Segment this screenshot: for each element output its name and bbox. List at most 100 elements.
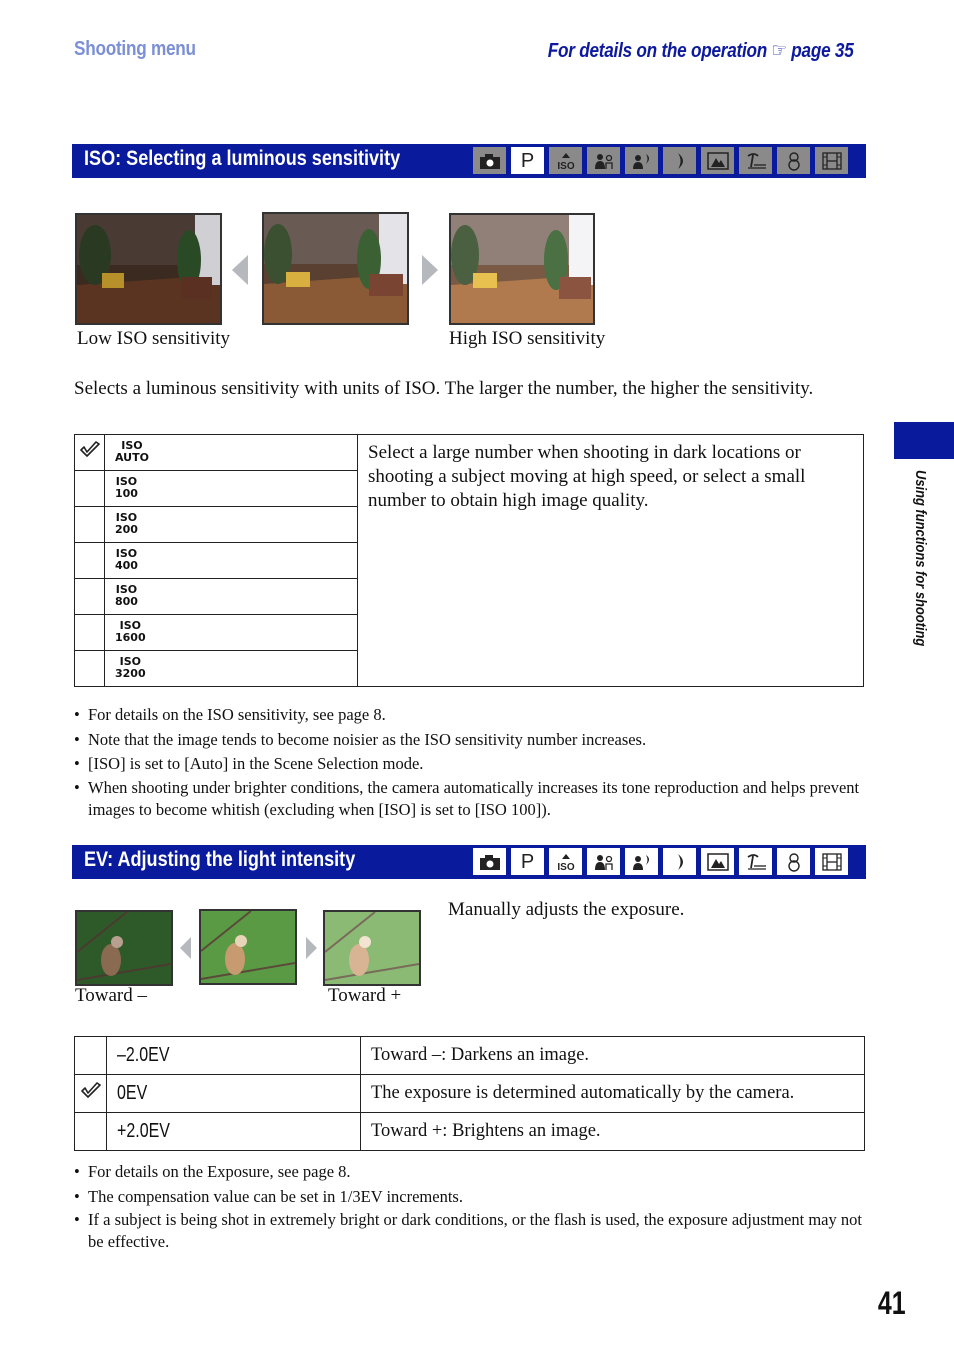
selection-cell (74, 614, 105, 651)
selection-cell (74, 1074, 107, 1113)
iso-option-label-cell: ISO 400 (104, 542, 358, 579)
operation-reference-text: For details on the operation (548, 40, 768, 62)
low-iso-image (75, 213, 222, 325)
checkmark-icon (80, 1082, 102, 1104)
iso-label-line2: 200 (115, 522, 138, 536)
snow-icon (777, 848, 810, 875)
iso-option-label-cell: ISO 800 (104, 578, 358, 615)
iso-intro: Selects a luminous sensitivity with unit… (74, 378, 814, 399)
twilight-portrait-icon (625, 147, 658, 174)
iso-option-label-cell: ISO 100 (104, 470, 358, 507)
snow-icon (777, 147, 810, 174)
auto-camera-icon (473, 848, 506, 875)
ev-option-row[interactable]: +2.0EV Toward +: Brightens an image. (74, 1112, 865, 1151)
iso-description: Select a large number when shooting in d… (357, 434, 864, 687)
operation-reference-page: page 35 (791, 40, 855, 62)
operation-reference[interactable]: For details on the operation ☞ page 35 (548, 38, 854, 63)
ev-options-table: –2.0EV Toward –: Darkens an image. 0EV The … (74, 1036, 865, 1151)
soft-snap-icon (587, 848, 620, 875)
twilight-icon (663, 848, 696, 875)
ev-plus-caption: Toward + (328, 985, 402, 1006)
mode-icon-label: P (520, 850, 535, 873)
ev-section-header: EV: Adjusting the light intensity P ISO (72, 845, 866, 879)
iso-label-line2: 100 (115, 486, 138, 500)
iso-value-icon: ISO 200 (115, 511, 138, 536)
iso-label-line2: AUTO (115, 450, 149, 464)
mid-iso-photo (264, 214, 407, 323)
note-item: For details on the Exposure, see page 8. (74, 1160, 864, 1185)
page-number: 41 (878, 1285, 906, 1321)
note-item: If a subject is being shot in extremely … (74, 1209, 864, 1253)
iso-mode-icons: P ISO (473, 147, 848, 174)
high-sensitivity-iso-icon: ISO (549, 147, 582, 174)
high-iso-caption: High ISO sensitivity (449, 328, 606, 349)
ev-option-row[interactable]: 0EV The exposure is determined automatica… (74, 1074, 865, 1113)
bird-normal-photo (201, 911, 295, 983)
decrease-arrow-icon (232, 255, 248, 285)
high-sensitivity-iso-icon: ISO (549, 848, 582, 875)
program-p-icon: P (511, 147, 544, 174)
twilight-icon (663, 147, 696, 174)
note-item: The compensation value can be set in 1/3… (74, 1185, 864, 1210)
mid-iso-image (262, 212, 409, 325)
ev-option-row[interactable]: –2.0EV Toward –: Darkens an image. (74, 1036, 865, 1075)
ev-section-title: EV: Adjusting the light intensity (84, 848, 356, 871)
landscape-icon (701, 147, 734, 174)
selection-cell (74, 578, 105, 615)
iso-section-header: ISO: Selecting a luminous sensitivity P I… (72, 144, 866, 178)
chapter-tab[interactable] (894, 422, 954, 459)
svg-text:ISO: ISO (557, 161, 574, 171)
ev-description: The exposure is determined automatically… (360, 1074, 865, 1113)
low-iso-caption: Low ISO sensitivity (77, 328, 231, 349)
selection-cell (74, 650, 105, 687)
selection-cell (74, 506, 105, 543)
landscape-icon (701, 848, 734, 875)
program-p-icon: P (511, 848, 544, 875)
high-iso-image (449, 213, 595, 325)
selection-cell (74, 1036, 107, 1075)
movie-icon (815, 848, 848, 875)
beach-icon (739, 848, 772, 875)
ev-description: Toward +: Brightens an image. (360, 1112, 865, 1151)
ev-value-cell: –2.0EV (106, 1036, 361, 1075)
selection-cell (74, 434, 105, 471)
iso-option-label-cell: ISO 3200 (104, 650, 358, 687)
iso-value-icon: ISO AUTO (115, 439, 149, 464)
note-item: [ISO] is set to [Auto] in the Scene Sele… (74, 752, 864, 777)
ev-notes: For details on the Exposure, see page 8.… (74, 1160, 864, 1253)
increase-arrow-icon (422, 255, 438, 285)
iso-value-icon: ISO 100 (115, 475, 138, 500)
decrease-arrow-icon (180, 937, 191, 959)
ev-value-cell: +2.0EV (106, 1112, 361, 1151)
increase-arrow-icon (306, 937, 317, 959)
high-iso-photo (451, 215, 593, 323)
beach-icon (739, 147, 772, 174)
iso-option-label-cell: ISO AUTO (104, 434, 358, 471)
note-item: For details on the ISO sensitivity, see … (74, 703, 864, 728)
pointing-hand-icon: ☞ (772, 40, 788, 62)
chapter-tab-label: Using functions for shooting (912, 470, 929, 647)
section-header: Shooting menu (74, 38, 196, 60)
iso-label-line2: 1600 (115, 630, 146, 644)
iso-label-line2: 3200 (115, 666, 146, 680)
checkmark-icon (79, 441, 101, 463)
ev-intro: Manually adjusts the exposure. (448, 899, 685, 920)
ev-value: –2.0EV (117, 1044, 170, 1066)
selection-cell (74, 542, 105, 579)
ev-zero-image (199, 909, 297, 985)
bird-dark-photo (77, 912, 171, 984)
ev-value: +2.0EV (117, 1120, 170, 1142)
note-item: Note that the image tends to become nois… (74, 728, 864, 753)
iso-label-line2: 400 (115, 558, 138, 572)
ev-description: Toward –: Darkens an image. (360, 1036, 865, 1075)
movie-icon (815, 147, 848, 174)
twilight-portrait-icon (625, 848, 658, 875)
iso-value-icon: ISO 400 (115, 547, 138, 572)
iso-option-label-cell: ISO 200 (104, 506, 358, 543)
low-iso-photo (77, 215, 220, 323)
iso-notes: For details on the ISO sensitivity, see … (74, 703, 864, 821)
iso-option-row[interactable]: ISO AUTO Select a large number when shooti… (74, 434, 864, 687)
ev-minus-caption: Toward – (75, 985, 148, 1006)
iso-value-icon: ISO 3200 (115, 655, 146, 680)
bird-bright-photo (325, 912, 419, 984)
